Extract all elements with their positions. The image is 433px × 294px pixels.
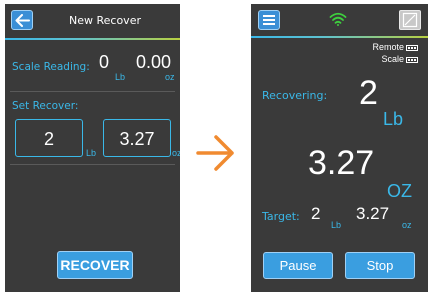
set-lb-value: 2 bbox=[43, 129, 54, 149]
pause-button[interactable]: Pause bbox=[263, 252, 333, 279]
target-label: Target: bbox=[262, 210, 300, 223]
remote-status: Remote bbox=[372, 42, 418, 52]
divider bbox=[10, 91, 175, 92]
set-lb-unit: Lb bbox=[86, 148, 97, 158]
scale-icon bbox=[402, 12, 418, 28]
scale-button[interactable] bbox=[399, 10, 421, 30]
scale-lb-unit: Lb bbox=[115, 72, 126, 82]
scale-reading-label: Scale Reading: bbox=[12, 61, 90, 73]
battery-icon bbox=[406, 44, 418, 51]
set-oz-input[interactable]: 3.27 bbox=[103, 119, 171, 157]
target-lb-unit: Lb bbox=[331, 220, 342, 230]
set-recover-label: Set Recover: bbox=[12, 100, 79, 112]
set-oz-unit: oz bbox=[172, 148, 180, 158]
recover-button[interactable]: RECOVER bbox=[57, 251, 133, 279]
target-oz-unit: oz bbox=[402, 220, 412, 230]
target-oz-value: 3.27 bbox=[356, 204, 390, 223]
recovering-oz-unit: OZ bbox=[387, 181, 412, 201]
scale-lb-value: 0 bbox=[99, 52, 110, 72]
scale-status: Scale bbox=[381, 54, 418, 64]
recovering-label: Recovering: bbox=[262, 89, 328, 102]
set-oz-value: 3.27 bbox=[119, 129, 155, 149]
scale-oz-value: 0.00 bbox=[136, 52, 172, 72]
header-divider bbox=[251, 36, 428, 38]
back-arrow-icon bbox=[15, 14, 30, 27]
divider bbox=[10, 164, 175, 165]
scale-label: Scale bbox=[381, 54, 404, 64]
recovering-oz-value: 3.27 bbox=[308, 144, 375, 182]
header-divider bbox=[5, 38, 180, 40]
recovering-lb-unit: Lb bbox=[383, 109, 404, 129]
recovering-lb-value: 2 bbox=[359, 74, 378, 112]
menu-button[interactable] bbox=[258, 10, 280, 30]
target-lb-value: 2 bbox=[311, 204, 321, 223]
wifi-icon bbox=[329, 12, 347, 26]
page-title: New Recover bbox=[69, 14, 141, 27]
back-button[interactable] bbox=[11, 10, 33, 30]
battery-icon bbox=[406, 56, 418, 63]
set-lb-input[interactable]: 2 bbox=[15, 119, 83, 157]
stop-button[interactable]: Stop bbox=[345, 252, 415, 279]
remote-label: Remote bbox=[372, 42, 404, 52]
scale-oz-unit: oz bbox=[165, 72, 175, 82]
recovering-screen: Remote Scale Recovering: 2 Lb 3.27 OZ Ta… bbox=[251, 4, 428, 292]
new-recover-screen: New Recover Scale Reading: 0 Lb 0.00 oz … bbox=[5, 4, 180, 292]
right-arrow-icon bbox=[196, 135, 234, 171]
